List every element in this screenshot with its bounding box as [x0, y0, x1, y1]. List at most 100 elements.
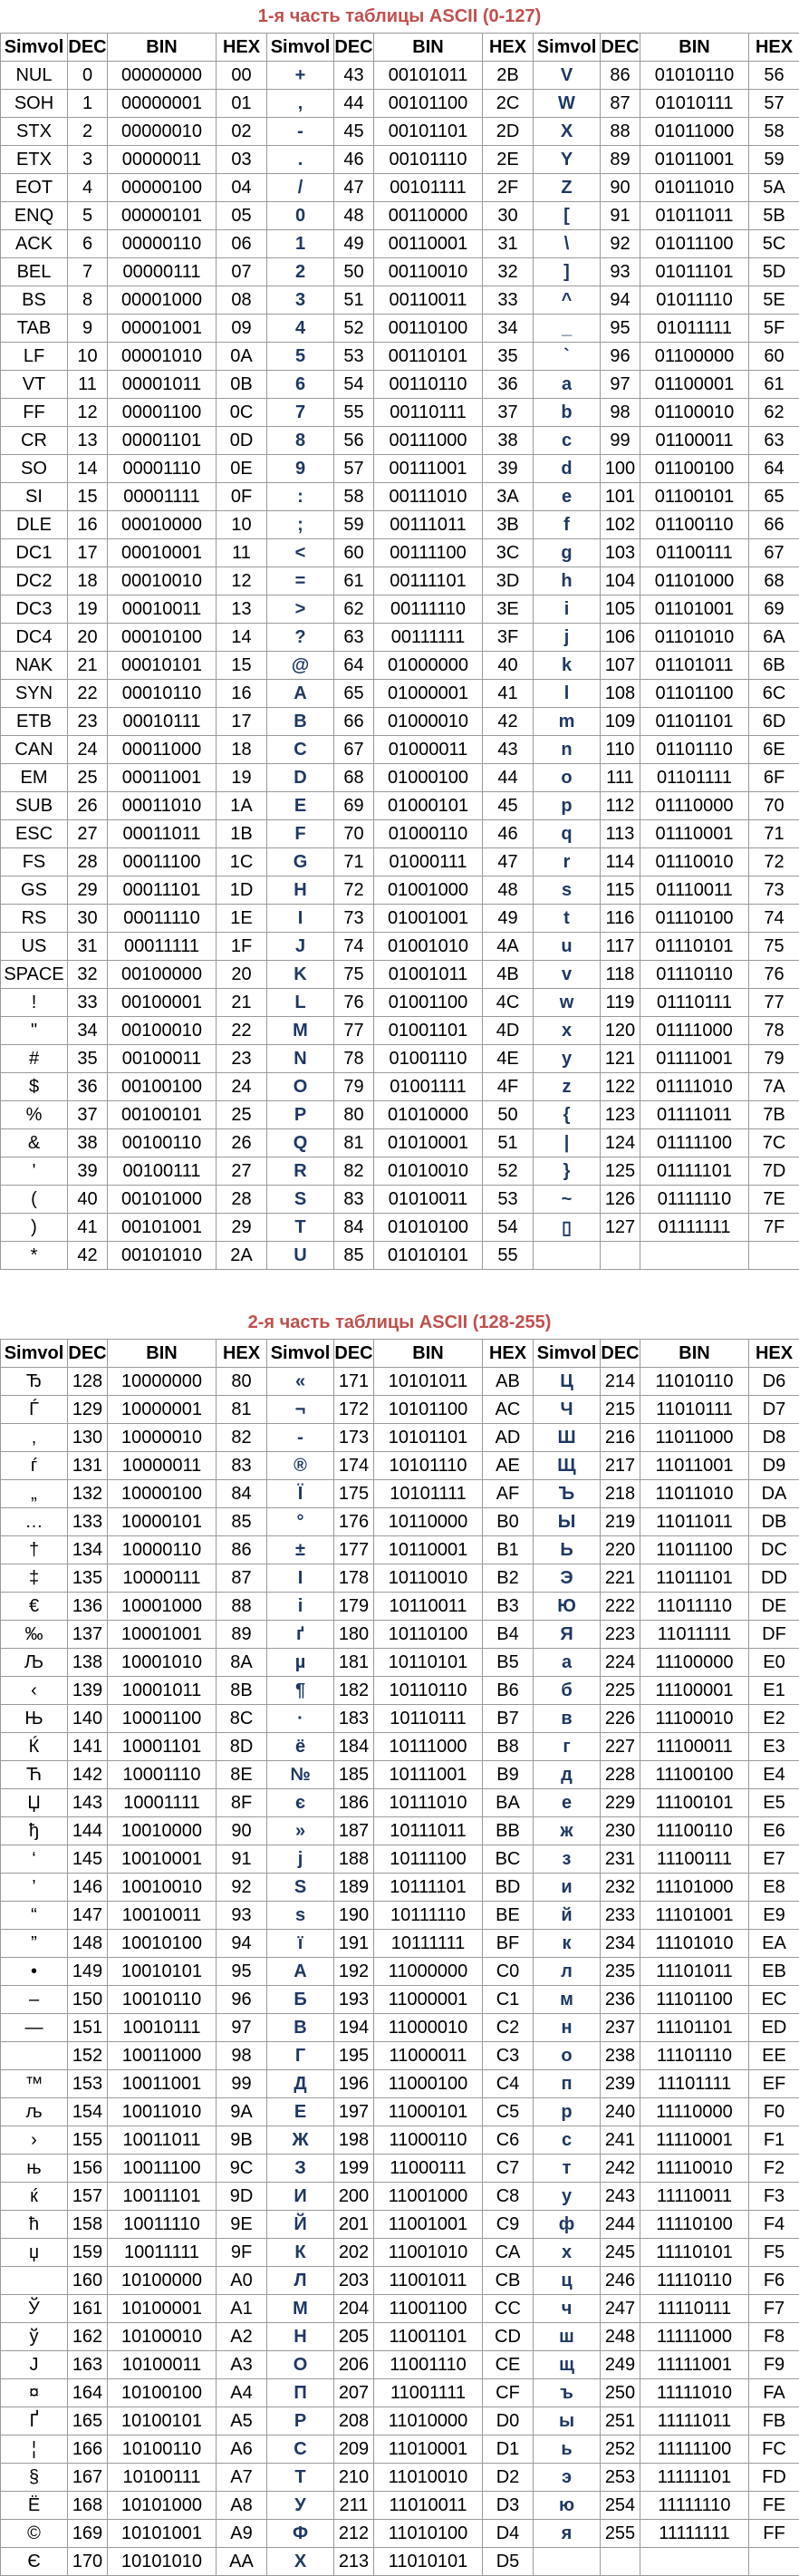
hex-cell: E2 — [749, 1705, 799, 1733]
bin-cell: 01101110 — [640, 736, 749, 764]
hex-cell: 77 — [749, 989, 799, 1017]
hex-cell: 0A — [217, 343, 267, 371]
hex-cell: 18 — [217, 736, 267, 764]
dec-cell: 87 — [601, 90, 640, 118]
bin-cell: 10001001 — [108, 1621, 217, 1649]
symbol-cell: ¬ — [267, 1396, 334, 1424]
dec-cell: 54 — [334, 371, 374, 399]
dec-cell: 39 — [68, 1157, 108, 1186]
column-header: BIN — [640, 34, 749, 62]
bin-cell: 00111001 — [374, 455, 483, 483]
hex-cell: 84 — [217, 1480, 267, 1508]
symbol-cell: є — [267, 1789, 334, 1817]
hex-cell: EE — [749, 2042, 799, 2070]
symbol-cell: EM — [1, 764, 68, 792]
hex-cell: C9 — [483, 2211, 534, 2239]
column-header: HEX — [217, 34, 267, 62]
dec-cell: 1 — [68, 90, 108, 118]
symbol-cell: Ъ — [534, 1480, 601, 1508]
symbol-cell: „ — [1, 1480, 68, 1508]
dec-cell: 188 — [334, 1845, 374, 1874]
column-header: BIN — [108, 34, 217, 62]
bin-cell: 11010101 — [374, 2548, 483, 2576]
symbol-cell: w — [534, 989, 601, 1017]
hex-cell: C6 — [483, 2126, 534, 2155]
dec-cell: 134 — [68, 1536, 108, 1564]
hex-cell: 14 — [217, 624, 267, 652]
dec-cell: 162 — [68, 2323, 108, 2351]
hex-cell: 19 — [217, 764, 267, 792]
hex-cell: DE — [749, 1593, 799, 1621]
bin-cell: 11000101 — [374, 2098, 483, 2126]
hex-cell: E6 — [749, 1817, 799, 1845]
bin-cell: 00100011 — [108, 1045, 217, 1073]
bin-cell: 10000101 — [108, 1508, 217, 1536]
hex-cell: 9F — [217, 2239, 267, 2267]
dec-cell: 167 — [68, 2464, 108, 2492]
hex-cell: D2 — [483, 2464, 534, 2492]
dec-cell: 73 — [334, 905, 374, 933]
hex-cell: 32 — [483, 258, 534, 286]
symbol-cell: Є — [1, 2548, 68, 2576]
dec-cell: 99 — [601, 427, 640, 455]
bin-cell: 11100000 — [640, 1649, 749, 1677]
hex-cell: F3 — [749, 2183, 799, 2211]
dec-cell: 213 — [334, 2548, 374, 2576]
bin-cell: 10001110 — [108, 1761, 217, 1789]
symbol-cell: f — [534, 511, 601, 539]
table-row: ACK600000110061490011000131\92010111005C — [1, 230, 799, 258]
bin-cell: 10100000 — [108, 2267, 217, 2295]
bin-cell: 10011110 — [108, 2211, 217, 2239]
symbol-cell: е — [534, 1789, 601, 1817]
bin-cell: 10100011 — [108, 2351, 217, 2379]
hex-cell: 23 — [217, 1045, 267, 1073]
hex-cell: D6 — [749, 1368, 799, 1396]
hex-cell: A2 — [217, 2323, 267, 2351]
bin-cell: 01000111 — [374, 848, 483, 876]
column-header: BIN — [108, 1340, 217, 1368]
hex-cell: 6F — [749, 764, 799, 792]
dec-cell: 182 — [334, 1677, 374, 1705]
dec-cell: 45 — [334, 118, 374, 146]
symbol-cell: & — [1, 1129, 68, 1157]
symbol-cell: ђ — [1, 1817, 68, 1845]
table-row: BEL700000111072500011001032]93010111015D — [1, 258, 799, 286]
dec-cell: 85 — [334, 1242, 374, 1270]
column-header: DEC — [68, 1340, 108, 1368]
symbol-cell: 1 — [267, 230, 334, 258]
symbol-cell: FF — [1, 399, 68, 427]
hex-cell: AD — [483, 1424, 534, 1452]
bin-cell: 11011001 — [640, 1452, 749, 1480]
bin-cell: 00000011 — [108, 146, 217, 174]
hex-cell: 5F — [749, 315, 799, 343]
table-row: ENQ500000101050480011000030[91010110115B — [1, 202, 799, 230]
hex-cell: 59 — [749, 146, 799, 174]
bin-cell: 01000101 — [374, 792, 483, 820]
dec-cell: 160 — [68, 2267, 108, 2295]
hex-cell: 6B — [749, 652, 799, 680]
hex-cell: 67 — [749, 539, 799, 567]
symbol-cell: < — [267, 539, 334, 567]
bin-cell: 01101010 — [640, 624, 749, 652]
symbol-cell: “ — [1, 1902, 68, 1930]
hex-cell: AC — [483, 1396, 534, 1424]
hex-cell: 17 — [217, 708, 267, 736]
table-row: RS30000111101EI730100100149t116011101007… — [1, 905, 799, 933]
dec-cell: 115 — [601, 876, 640, 905]
dec-cell: 165 — [68, 2407, 108, 2436]
symbol-cell: ќ — [1, 2183, 68, 2211]
symbol-cell: љ — [1, 2098, 68, 2126]
hex-cell: 5C — [749, 230, 799, 258]
bin-cell: 11001110 — [374, 2351, 483, 2379]
bin-cell: 10111000 — [374, 1733, 483, 1761]
hex-cell: 3E — [483, 596, 534, 624]
hex-cell: 2A — [217, 1242, 267, 1270]
hex-cell: 98 — [217, 2042, 267, 2070]
symbol-cell: ‹ — [1, 1677, 68, 1705]
bin-cell: 01111100 — [640, 1129, 749, 1157]
bin-cell: 01100010 — [640, 399, 749, 427]
hex-cell: F6 — [749, 2267, 799, 2295]
symbol-cell: SO — [1, 455, 68, 483]
symbol-cell: ACK — [1, 230, 68, 258]
dec-cell: 154 — [68, 2098, 108, 2126]
